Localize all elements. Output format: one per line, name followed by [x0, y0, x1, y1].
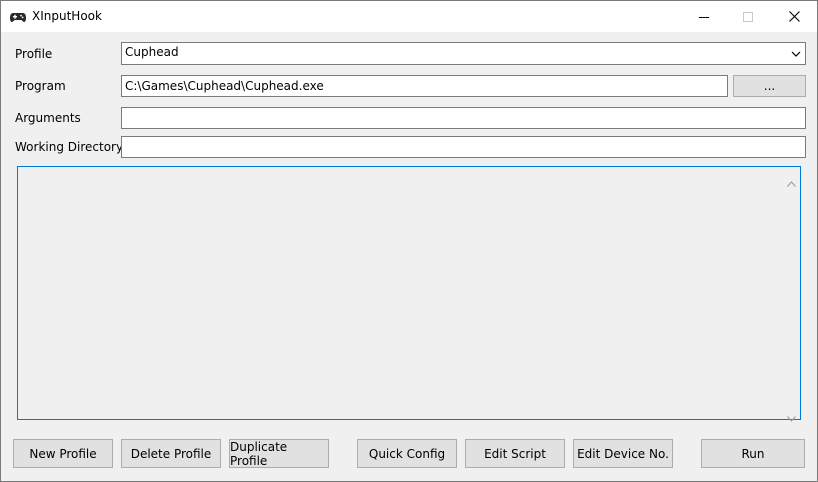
vertical-scrollbar[interactable]: [783, 167, 800, 422]
gamepad-icon: [10, 9, 26, 23]
profile-select[interactable]: Cuphead: [121, 42, 806, 65]
browse-button[interactable]: ...: [733, 75, 806, 97]
close-button[interactable]: [771, 1, 817, 32]
chevron-down-icon: [791, 48, 801, 62]
quick-config-button[interactable]: Quick Config: [357, 439, 457, 468]
duplicate-profile-button[interactable]: Duplicate Profile: [229, 439, 329, 468]
arguments-label: Arguments: [15, 111, 81, 125]
scroll-down-icon[interactable]: [787, 407, 796, 426]
run-button[interactable]: Run: [701, 439, 805, 468]
profile-select-value: Cuphead: [125, 45, 179, 59]
new-profile-button[interactable]: New Profile: [13, 439, 113, 468]
arguments-input[interactable]: [121, 107, 806, 129]
maximize-icon: [743, 7, 753, 26]
script-editor-panel[interactable]: [17, 166, 801, 422]
delete-profile-button[interactable]: Delete Profile: [121, 439, 221, 468]
minimize-button[interactable]: [681, 1, 727, 32]
profile-label: Profile: [15, 47, 53, 61]
window-title: XInputHook: [32, 9, 102, 23]
minimize-icon: [699, 7, 709, 26]
scroll-up-icon[interactable]: [787, 172, 796, 191]
program-label: Program: [15, 79, 66, 93]
close-icon: [788, 7, 800, 26]
title-bar[interactable]: XInputHook: [1, 1, 817, 32]
working-directory-input[interactable]: [121, 136, 806, 158]
program-input[interactable]: C:\Games\Cuphead\Cuphead.exe: [121, 75, 728, 97]
maximize-button[interactable]: [725, 1, 771, 32]
edit-script-button[interactable]: Edit Script: [465, 439, 565, 468]
app-window: XInputHook Profile Cuphead Program C:\Ga…: [0, 0, 818, 482]
edit-device-no-button[interactable]: Edit Device No.: [573, 439, 673, 468]
working-directory-label: Working Directory: [15, 140, 124, 154]
